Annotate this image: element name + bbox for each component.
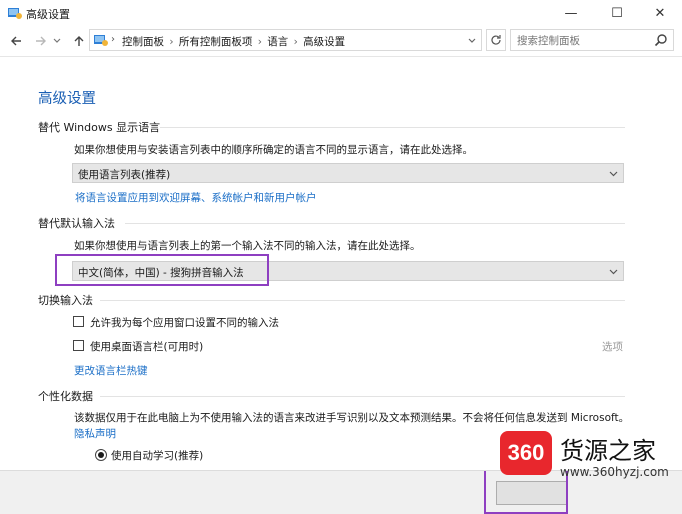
up-button[interactable] [71,33,87,49]
close-icon: ✕ [654,5,666,21]
chevron-down-icon [609,269,618,275]
apply-language-settings-link[interactable]: 将语言设置应用到欢迎屏幕、系统帐户和新用户帐户 [75,190,317,205]
breadcrumb-separator: › [111,34,115,45]
control-panel-icon [8,8,22,19]
back-button[interactable] [8,33,24,49]
title-bar: 高级设置 — ☐ ✕ [0,0,682,26]
personalization-description: 该数据仅用于在此电脑上为不使用输入法的语言来改进手写识别以及文本预测结果。不会将… [74,412,630,424]
breadcrumb-separator: › [169,36,174,48]
arrow-up-icon [74,36,84,46]
minimize-button[interactable]: — [549,0,593,26]
breadcrumb-separator: › [257,36,262,48]
forward-button[interactable] [33,33,49,49]
watermark-name: 货源之家 [560,437,656,465]
page-title: 高级设置 [38,91,96,107]
breadcrumb: 控制面板 › 所有控制面板项 › 语言 › 高级设置 [122,34,347,49]
refresh-button[interactable] [486,29,506,51]
maximize-button[interactable]: ☐ [595,0,639,26]
section-heading-switch-input: 切换输入法 [38,294,93,307]
per-app-input-checkbox[interactable] [73,316,84,327]
search-box[interactable] [510,29,674,51]
auto-learning-label[interactable]: 使用自动学习(推荐) [111,448,203,463]
chevron-down-icon[interactable] [468,37,476,45]
annotation-highlight-box [55,254,269,286]
section-divider [100,396,625,397]
window-title: 高级设置 [26,8,70,21]
display-language-select[interactable]: 使用语言列表(推荐) [72,163,624,183]
desktop-language-bar-checkbox[interactable] [73,340,84,351]
watermark-badge: 360 [500,431,552,475]
refresh-icon [491,35,501,45]
watermark-logo: 360 货源之家 www.360hyzj.com [500,429,682,485]
per-app-input-label[interactable]: 允许我为每个应用窗口设置不同的输入法 [90,315,279,330]
address-bar-row: › 控制面板 › 所有控制面板项 › 语言 › 高级设置 [0,26,682,57]
recent-locations-button[interactable] [52,33,62,49]
arrow-left-icon [11,36,21,46]
desktop-language-bar-label[interactable]: 使用桌面语言栏(可用时) [90,339,203,354]
section-heading-display-language: 替代 Windows 显示语言 [38,121,161,134]
section-divider [160,127,625,128]
breadcrumb-item[interactable]: 语言 [267,36,288,48]
search-icon [654,34,667,47]
main-content: 高级设置 替代 Windows 显示语言 如果你想使用与安装语言列表中的顺序所确… [0,57,682,514]
change-hotkeys-link[interactable]: 更改语言栏热键 [74,363,148,378]
address-box[interactable]: › 控制面板 › 所有控制面板项 › 语言 › 高级设置 [89,29,482,51]
breadcrumb-item[interactable]: 高级设置 [303,36,345,48]
chevron-down-icon [609,171,618,177]
display-language-description: 如果你想使用与安装语言列表中的顺序所确定的语言不同的显示语言，请在此处选择。 [74,144,473,156]
watermark-url: www.360hyzj.com [560,465,669,479]
arrow-right-icon [36,36,46,46]
radio-selected-dot [98,452,104,458]
search-input[interactable] [515,32,649,50]
breadcrumb-separator: › [293,36,298,48]
control-panel-icon [94,35,108,46]
maximize-icon: ☐ [611,5,623,21]
default-input-description: 如果你想使用与语言列表上的第一个输入法不同的输入法，请在此处选择。 [74,240,421,252]
language-bar-options-link[interactable]: 选项 [602,339,623,354]
section-divider [100,300,625,301]
section-heading-default-input: 替代默认输入法 [38,217,115,230]
breadcrumb-item[interactable]: 控制面板 [122,36,164,48]
minimize-icon: — [564,5,578,21]
chevron-down-icon [53,38,61,43]
section-heading-personalization: 个性化数据 [38,390,93,403]
auto-learning-radio[interactable] [95,449,107,461]
privacy-statement-link[interactable]: 隐私声明 [74,426,116,441]
display-language-value: 使用语言列表(推荐) [78,169,171,181]
section-divider [125,223,625,224]
close-button[interactable]: ✕ [638,0,682,26]
breadcrumb-item[interactable]: 所有控制面板项 [179,36,253,48]
